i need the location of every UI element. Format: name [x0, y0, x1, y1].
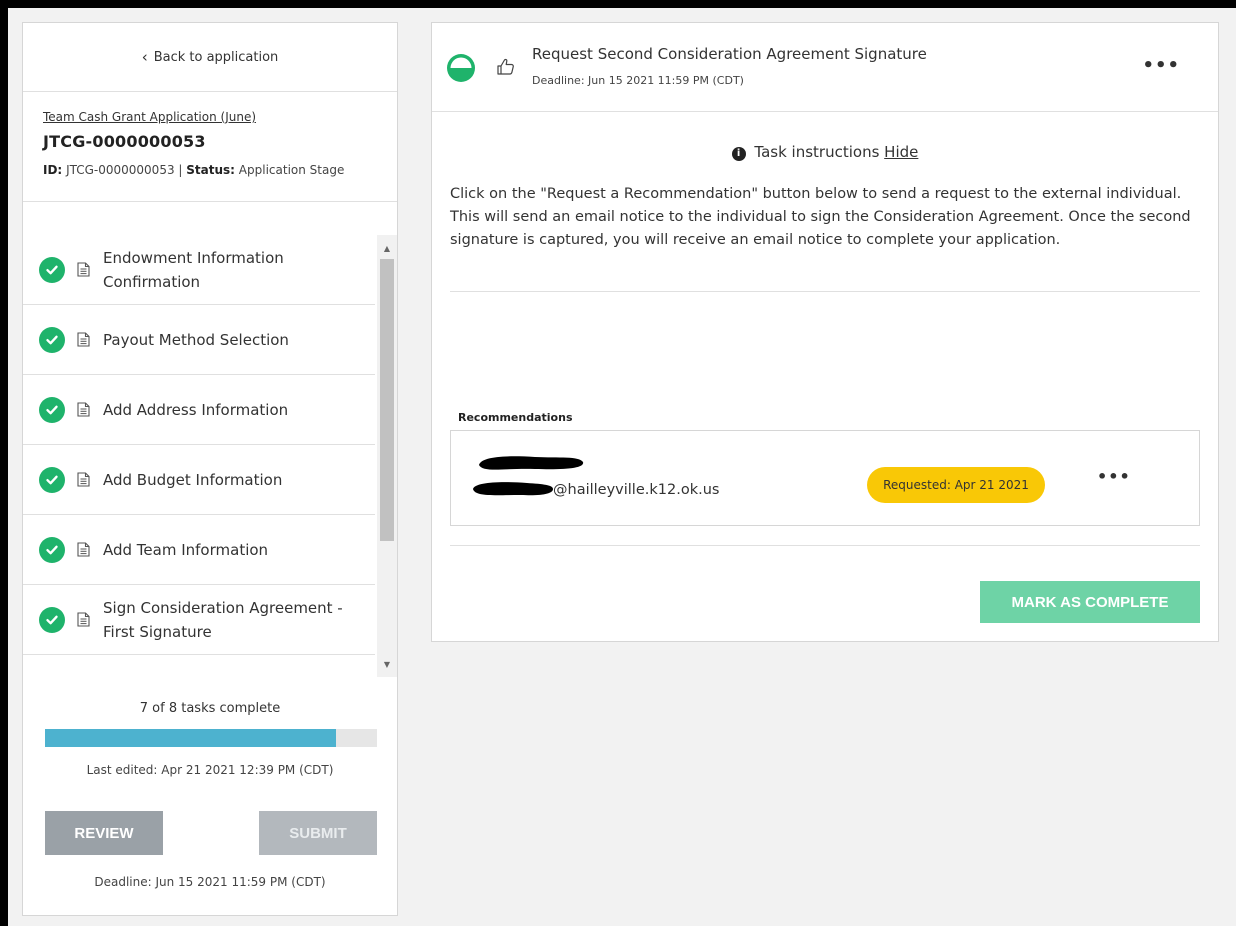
- document-icon: [77, 542, 95, 557]
- task-label: Add Budget Information: [103, 470, 283, 489]
- task-panel: Request Second Consideration Agreement S…: [431, 22, 1219, 642]
- task-instructions-heading: i Task instructions Hide: [432, 143, 1218, 161]
- half-circle-status-icon: [446, 53, 476, 83]
- task-list: Endowment Information Confirmation Payou…: [23, 235, 375, 655]
- thumbs-up-icon[interactable]: [496, 57, 516, 77]
- redacted-email-prefix: [471, 479, 553, 499]
- task-list-scrollbar[interactable]: ▲ ▼: [377, 235, 397, 677]
- recommendation-more-menu-icon[interactable]: •••: [1097, 467, 1131, 486]
- application-deadline: Deadline: Jun 15 2021 11:59 PM (CDT): [94, 875, 326, 889]
- back-to-application-link[interactable]: ‹ Back to application: [23, 23, 397, 92]
- document-icon: [77, 472, 95, 487]
- application-info: Team Cash Grant Application (June) JTCG-…: [23, 92, 397, 202]
- document-icon: [77, 612, 95, 627]
- meta-status-label: Status:: [186, 163, 235, 177]
- task-instructions-body: Click on the "Request a Recommendation" …: [450, 186, 1191, 248]
- app-canvas: ‹ Back to application Team Cash Grant Ap…: [8, 8, 1236, 926]
- application-meta: ID: JTCG-0000000053 | Status: Applicatio…: [43, 163, 345, 177]
- hide-instructions-link[interactable]: Hide: [884, 143, 918, 161]
- task-more-menu-icon[interactable]: •••: [1142, 55, 1180, 76]
- review-button[interactable]: REVIEW: [45, 811, 163, 855]
- task-list-container: Endowment Information Confirmation Payou…: [23, 235, 397, 677]
- task-header: Request Second Consideration Agreement S…: [432, 23, 1218, 112]
- last-edited: Last edited: Apr 21 2021 12:39 PM (CDT): [86, 763, 334, 777]
- task-item[interactable]: Add Budget Information: [23, 445, 375, 515]
- task-label: Sign Consideration Agreement - First Sig…: [103, 598, 343, 641]
- task-label: Payout Method Selection: [103, 330, 289, 349]
- check-circle-icon: [39, 536, 65, 563]
- scroll-down-icon[interactable]: ▼: [377, 655, 397, 673]
- sidebar: ‹ Back to application Team Cash Grant Ap…: [22, 22, 398, 916]
- redacted-name: [475, 453, 585, 473]
- recommendations-label: Recommendations: [458, 411, 573, 424]
- recommender-email: @hailleyville.k12.ok.us: [553, 482, 720, 498]
- task-item[interactable]: Payout Method Selection: [23, 305, 375, 375]
- progress-bar-fill: [45, 729, 336, 747]
- mark-as-complete-button[interactable]: MARK AS COMPLETE: [980, 581, 1200, 623]
- progress-text: 7 of 8 tasks complete: [139, 701, 281, 716]
- document-icon: [77, 262, 95, 277]
- scrollbar-thumb[interactable]: [380, 259, 394, 541]
- divider: [450, 291, 1200, 292]
- task-label: Endowment Information Confirmation: [103, 248, 284, 291]
- progress-bar: [45, 729, 377, 747]
- recommendation-card: @hailleyville.k12.ok.us Requested: Apr 2…: [450, 430, 1200, 526]
- back-label: Back to application: [153, 49, 279, 65]
- application-code: JTCG-0000000053: [43, 132, 206, 151]
- task-item[interactable]: Sign Consideration Agreement - First Sig…: [23, 585, 375, 655]
- info-icon: i: [731, 146, 746, 161]
- scroll-up-icon[interactable]: ▲: [377, 239, 397, 257]
- check-circle-icon: [39, 466, 65, 493]
- task-deadline: Deadline: Jun 15 2021 11:59 PM (CDT): [532, 74, 744, 87]
- document-icon: [77, 402, 95, 417]
- check-circle-icon: [39, 256, 65, 283]
- meta-id-value: JTCG-0000000053: [66, 163, 175, 177]
- task-label: Add Address Information: [103, 400, 289, 419]
- requested-status-badge: Requested: Apr 21 2021: [867, 467, 1045, 503]
- chevron-left-icon: ‹: [141, 48, 148, 66]
- task-label: Add Team Information: [103, 540, 269, 559]
- divider: [450, 545, 1200, 546]
- document-icon: [77, 332, 95, 347]
- task-title: Request Second Consideration Agreement S…: [532, 45, 927, 63]
- task-item[interactable]: Add Address Information: [23, 375, 375, 445]
- check-circle-icon: [39, 396, 65, 423]
- meta-id-label: ID:: [43, 163, 63, 177]
- task-item[interactable]: Add Team Information: [23, 515, 375, 585]
- meta-status-value: Application Stage: [238, 163, 345, 177]
- submit-button[interactable]: SUBMIT: [259, 811, 377, 855]
- instructions-heading-text: Task instructions: [754, 143, 880, 161]
- check-circle-icon: [39, 606, 65, 633]
- application-name-link[interactable]: Team Cash Grant Application (June): [43, 110, 377, 124]
- task-item[interactable]: Endowment Information Confirmation: [23, 235, 375, 305]
- check-circle-icon: [39, 326, 65, 353]
